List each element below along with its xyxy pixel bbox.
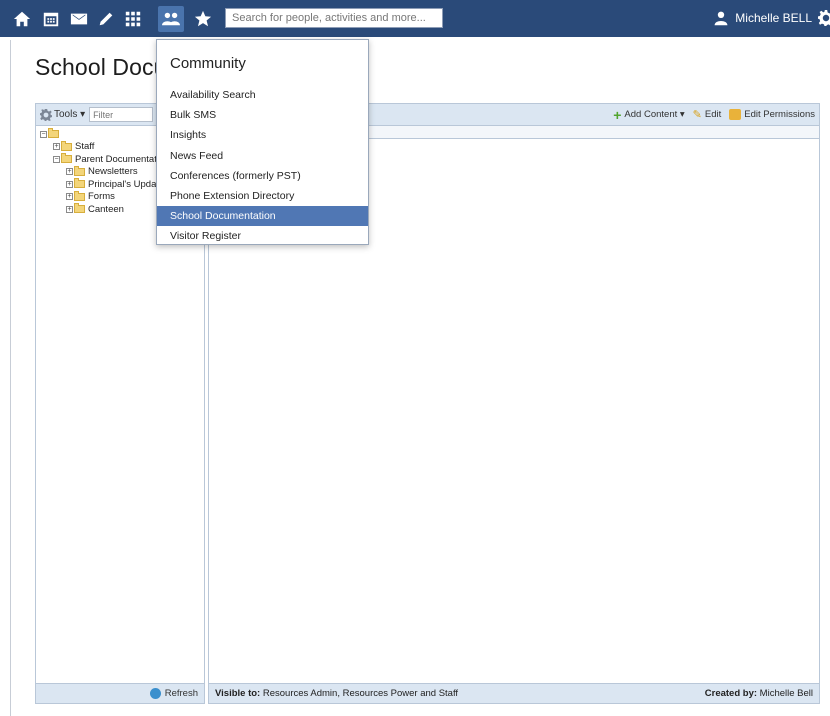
star-icon[interactable] xyxy=(192,8,214,30)
edit-button[interactable]: ✎ Edit xyxy=(693,108,722,121)
folder-icon xyxy=(61,140,72,151)
expand-icon[interactable]: + xyxy=(66,168,73,176)
refresh-icon xyxy=(149,688,161,699)
filter-input[interactable] xyxy=(89,107,154,122)
menu-list: Availability Search Bulk SMS Insights News … xyxy=(157,85,368,247)
edit-permissions-button[interactable]: Edit Permissions xyxy=(729,109,815,120)
menu-item[interactable]: Phone Extension Directory xyxy=(157,186,368,206)
collapse-icon[interactable]: − xyxy=(40,130,47,138)
folder-icon xyxy=(74,190,85,201)
calendar-icon[interactable] xyxy=(40,8,62,30)
created-by-info: Created by: Michelle Bell xyxy=(704,688,813,699)
pencil-icon[interactable] xyxy=(95,8,117,30)
expand-icon[interactable]: + xyxy=(66,205,73,213)
folder-icon xyxy=(74,178,85,189)
expand-icon[interactable]: + xyxy=(66,180,73,188)
menu-item[interactable]: Insights xyxy=(157,125,368,145)
expand-icon[interactable]: + xyxy=(53,143,60,151)
page-title: School Docu xyxy=(35,54,167,80)
mail-icon[interactable] xyxy=(68,8,90,30)
user-icon xyxy=(714,11,728,26)
gear-icon xyxy=(40,108,52,121)
menu-item[interactable]: Visitor Register xyxy=(157,226,368,246)
expand-icon[interactable]: + xyxy=(66,193,73,201)
tree-item-label: Newsletters xyxy=(88,166,138,178)
content-footer: Visible to: Resources Admin, Resources P… xyxy=(209,683,819,703)
tools-menu-button[interactable]: Tools ▾ xyxy=(40,108,86,121)
community-dropdown-menu: Community Availability Search Bulk SMS Ins… xyxy=(156,39,369,245)
home-icon[interactable] xyxy=(11,8,33,30)
tree-item-label: Parent Documentat xyxy=(75,153,157,165)
tree-item-label: Principal's Upda xyxy=(88,178,157,190)
add-content-label: Add Content ▾ xyxy=(624,109,685,120)
menu-item[interactable]: Conferences (formerly PST) xyxy=(157,166,368,186)
search-input[interactable] xyxy=(225,8,443,28)
pencil-icon: ✎ xyxy=(692,109,702,121)
folder-icon xyxy=(74,203,85,214)
menu-item[interactable]: News Feed xyxy=(157,146,368,166)
tree-item-label: Canteen xyxy=(88,203,124,215)
people-icon[interactable] xyxy=(158,6,184,32)
menu-item[interactable]: Bulk SMS xyxy=(157,105,368,125)
add-content-button[interactable]: + Add Content ▾ xyxy=(613,106,685,123)
sidebar-footer: Refresh xyxy=(36,683,204,703)
edit-permissions-label: Edit Permissions xyxy=(744,109,815,120)
plus-icon: + xyxy=(613,106,622,123)
collapse-icon[interactable]: − xyxy=(53,155,60,163)
folder-icon xyxy=(74,165,85,176)
user-name: Michelle BELL xyxy=(735,11,812,25)
lock-icon xyxy=(729,109,742,120)
top-navigation-bar: Michelle BELL xyxy=(0,0,830,37)
grid-icon[interactable] xyxy=(122,8,144,30)
menu-item[interactable]: School Documentation xyxy=(157,206,368,227)
gear-icon[interactable] xyxy=(818,10,830,26)
menu-heading: Community xyxy=(170,55,246,72)
tree-item-label: Forms xyxy=(88,191,115,203)
edit-label: Edit xyxy=(704,109,722,120)
tree-item-label: Staff xyxy=(75,141,95,153)
menu-item[interactable]: Availability Search xyxy=(157,85,368,105)
user-menu[interactable]: Michelle BELL xyxy=(713,10,812,26)
refresh-button[interactable]: Refresh xyxy=(165,688,198,699)
divider xyxy=(10,40,11,716)
folder-icon xyxy=(61,153,72,164)
tools-label: Tools ▾ xyxy=(54,109,86,120)
folder-icon xyxy=(48,128,59,139)
visible-to-info: Visible to: Resources Admin, Resources P… xyxy=(215,688,459,699)
